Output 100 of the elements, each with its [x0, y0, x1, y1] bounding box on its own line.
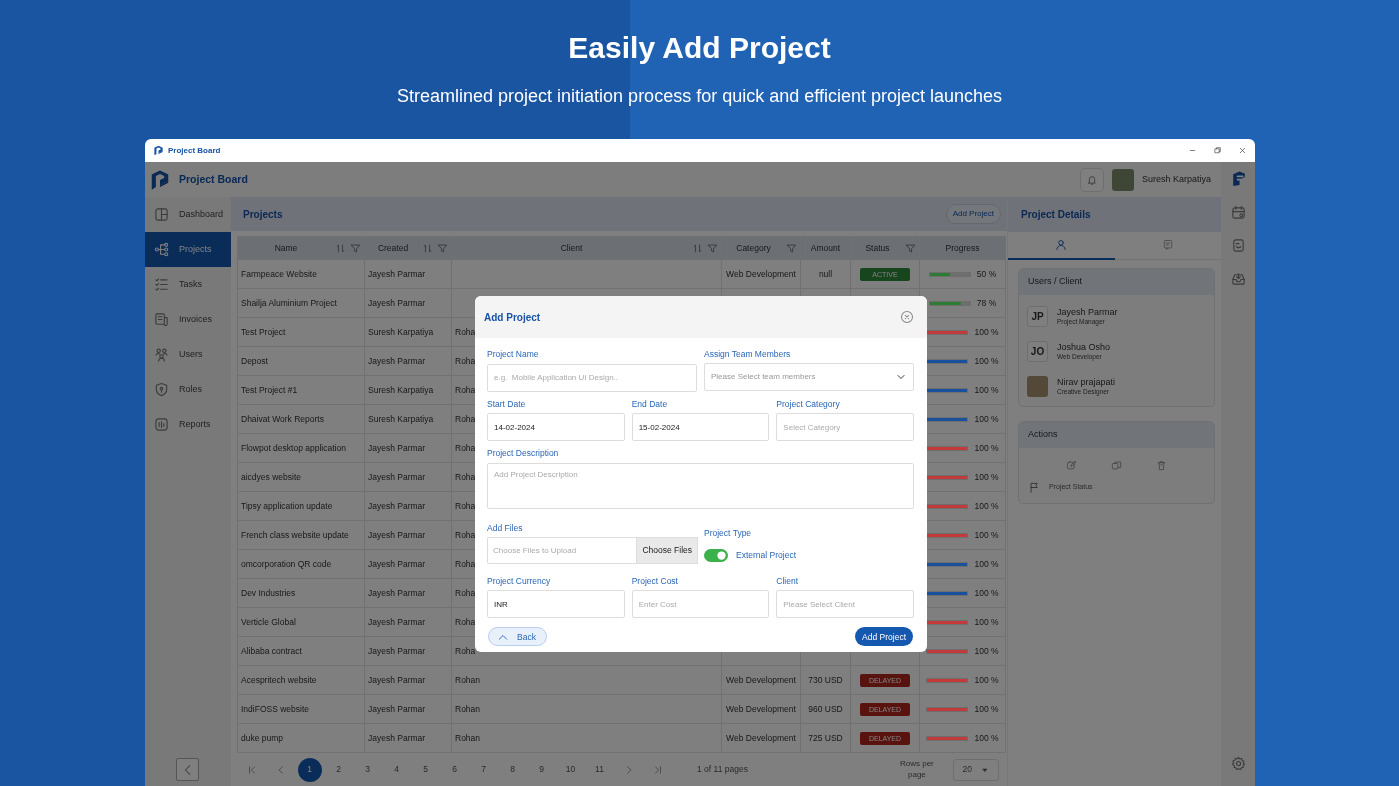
- calendar-button[interactable]: [1230, 205, 1246, 220]
- page-button[interactable]: 6: [442, 757, 467, 782]
- column-header[interactable]: Client: [560, 242, 583, 255]
- document-icon: [1230, 238, 1246, 253]
- sort-icon[interactable]: [692, 243, 703, 254]
- page-summary: 1 of 11 pages: [697, 763, 748, 777]
- page-button[interactable]: 8: [500, 757, 525, 782]
- sidebar-item[interactable]: Users: [145, 337, 231, 372]
- grid-icon: [154, 207, 169, 222]
- page-button[interactable]: 1: [297, 757, 322, 782]
- window-title: Project Board: [168, 144, 221, 157]
- initials-avatar: JP: [1027, 306, 1048, 327]
- filter-icon[interactable]: [437, 243, 448, 254]
- page-button[interactable]: 5: [413, 757, 438, 782]
- user-name[interactable]: Suresh Karpatiya: [1141, 172, 1211, 187]
- inbox-icon: [1230, 271, 1246, 286]
- table-cell: Jayesh Parmar: [364, 579, 452, 608]
- progress-reading: 100 %: [974, 588, 999, 599]
- add-project-button[interactable]: Add Project: [945, 204, 1001, 225]
- user-name: Nirav prajapati: [1057, 377, 1116, 388]
- dropdown-field[interactable]: Please Select team members: [704, 363, 914, 392]
- table-cell: Jayesh Parmar: [364, 463, 452, 492]
- table-cell: 960 USD: [800, 695, 851, 724]
- logo-icon: [149, 168, 171, 191]
- page-button[interactable]: 7: [471, 757, 496, 782]
- choose-files-button[interactable]: Choose Files: [636, 536, 698, 564]
- page-button[interactable]: 3: [355, 757, 380, 782]
- table-cell: Web Development: [721, 666, 801, 695]
- sort-icon[interactable]: [335, 243, 346, 254]
- page-button[interactable]: 9: [529, 757, 554, 782]
- copy-icon[interactable]: [1111, 459, 1122, 471]
- sidebar-item[interactable]: Roles: [145, 372, 231, 407]
- toggle-switch[interactable]: [704, 548, 728, 562]
- sidebar-item[interactable]: Invoices: [145, 302, 231, 337]
- table-cell: Jayesh Parmar: [364, 550, 452, 579]
- file-field[interactable]: Choose Files to Upload: [487, 536, 637, 564]
- table-cell: Jayesh Parmar: [364, 521, 452, 550]
- sidebar-item[interactable]: Reports: [145, 407, 231, 442]
- input-field[interactable]: e.g. Mobile Application UI Design..: [487, 363, 697, 392]
- document-button[interactable]: [1230, 238, 1246, 253]
- page-button[interactable]: 4: [384, 757, 409, 782]
- chart-icon: [154, 417, 169, 432]
- collapse-button[interactable]: [176, 758, 199, 781]
- settings-button[interactable]: [1230, 756, 1246, 771]
- column-header[interactable]: Name: [274, 242, 298, 255]
- date-field[interactable]: 14-02-2024: [487, 413, 625, 442]
- page-button[interactable]: 11: [587, 757, 612, 782]
- table-cell: Flowpot desktop application: [237, 434, 365, 463]
- description-field[interactable]: Add Project Description: [487, 462, 914, 509]
- table-cell: Jayesh Parmar: [364, 608, 452, 637]
- input-field[interactable]: Select Category: [776, 413, 914, 442]
- input-field[interactable]: Enter Cost: [631, 590, 770, 619]
- progress-reading: 100 %: [974, 617, 999, 628]
- bell-icon: [1085, 173, 1098, 186]
- sidebar-item[interactable]: Projects: [145, 232, 231, 267]
- progress-reading: 100 %: [974, 530, 999, 541]
- table-cell: omcorporation QR code: [237, 550, 365, 579]
- filter-icon[interactable]: [786, 243, 797, 254]
- close-button[interactable]: [900, 310, 914, 324]
- add-project-submit-button[interactable]: Add Project: [855, 627, 913, 647]
- sidebar-item[interactable]: Dashboard: [145, 197, 231, 232]
- page-button[interactable]: 10: [558, 757, 583, 782]
- progress-reading: 100 %: [974, 414, 999, 425]
- back-button[interactable]: Back: [488, 627, 547, 647]
- restore-icon[interactable]: [1213, 146, 1222, 155]
- flag-icon[interactable]: [1029, 482, 1040, 493]
- inbox-button[interactable]: [1230, 271, 1246, 286]
- table-cell: Alibaba contract: [237, 637, 365, 666]
- sidebar-item[interactable]: Tasks: [145, 267, 231, 302]
- field-label: Project Description: [487, 448, 560, 459]
- table-cell: Jayesh Parmar: [364, 724, 452, 753]
- input-field[interactable]: Please Select Client: [776, 590, 914, 619]
- edit-icon[interactable]: [1066, 459, 1077, 471]
- page-subtitle: Streamlined project initiation process for quick and efficient project launches: [397, 85, 1002, 108]
- filter-icon[interactable]: [905, 243, 916, 254]
- filter-icon[interactable]: [707, 243, 718, 254]
- table-cell: Jayesh Parmar: [364, 289, 452, 318]
- notification-button[interactable]: [1079, 167, 1104, 192]
- rows-per-page-select[interactable]: 20: [952, 758, 999, 781]
- table-cell: Depost: [237, 347, 365, 376]
- shield-icon: [154, 382, 169, 397]
- progress-reading: 100 %: [974, 559, 999, 570]
- progress-reading: 100 %: [974, 443, 999, 454]
- sort-icon[interactable]: [422, 243, 433, 254]
- rows-per-page-label: Rows per page: [899, 759, 935, 781]
- close-icon[interactable]: [1238, 146, 1247, 155]
- date-field[interactable]: 15-02-2024: [631, 413, 770, 442]
- filter-icon[interactable]: [350, 243, 361, 254]
- table-cell: 725 USD: [800, 724, 851, 753]
- page-title: Easily Add Project: [568, 30, 831, 66]
- page-button[interactable]: 2: [326, 757, 351, 782]
- delete-icon[interactable]: [1156, 459, 1167, 471]
- input-field[interactable]: INR: [487, 590, 625, 619]
- table-cell: IndiFOSS website: [237, 695, 365, 724]
- table-cell: Suresh Karpatiya: [364, 318, 452, 347]
- caret-down-icon: [981, 765, 990, 774]
- table-cell: Rohan: [451, 724, 722, 753]
- table-cell: Farmpeace Website: [237, 260, 365, 289]
- progress-reading: 100 %: [974, 646, 999, 657]
- field-label: Add Files: [487, 522, 524, 533]
